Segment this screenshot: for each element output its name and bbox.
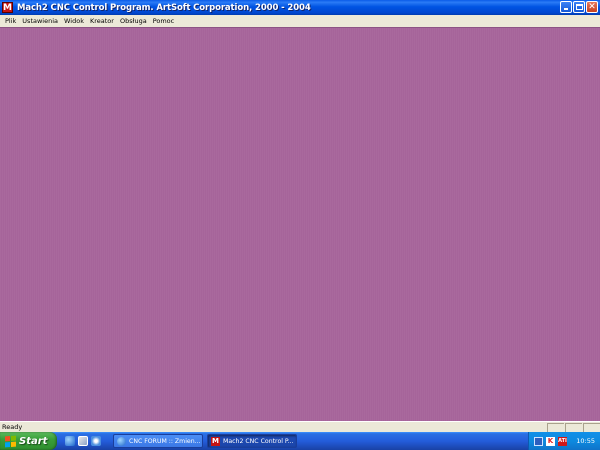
window-title: Mach2 CNC Control Program. ArtSoft Corpo…: [17, 2, 311, 13]
status-bar: Ready: [0, 421, 600, 432]
menu-pomoc[interactable]: Pomoc: [150, 17, 178, 25]
taskbar: Start CNC FORUM :: Zmien... M Mach2 CNC …: [0, 432, 600, 450]
status-pane: [547, 423, 564, 432]
menu-plik[interactable]: Plik: [2, 17, 19, 25]
clock[interactable]: 10:55: [576, 437, 595, 445]
desktop-icon[interactable]: [78, 436, 88, 446]
window-controls: ✕: [560, 1, 598, 13]
minimize-icon: [564, 8, 568, 10]
task-cnc-forum[interactable]: CNC FORUM :: Zmien...: [113, 434, 203, 448]
start-label: Start: [19, 435, 48, 447]
close-button[interactable]: ✕: [586, 1, 598, 13]
system-tray: K ATI 10:55: [528, 432, 600, 450]
status-pane: [565, 423, 582, 432]
status-text: Ready: [2, 423, 23, 431]
browser-icon[interactable]: [65, 436, 75, 446]
menu-bar: Plik Ustawienia Widok Kreator Obsługa Po…: [0, 15, 600, 27]
network-icon[interactable]: [534, 436, 543, 446]
menu-kreator[interactable]: Kreator: [87, 17, 117, 25]
minimize-button[interactable]: [560, 1, 572, 13]
task-mach2[interactable]: M Mach2 CNC Control P...: [207, 434, 297, 448]
status-panes: [546, 423, 600, 432]
menu-widok[interactable]: Widok: [61, 17, 87, 25]
maximize-button[interactable]: [573, 1, 585, 13]
close-icon: ✕: [588, 2, 596, 12]
task-label: CNC FORUM :: Zmien...: [129, 437, 201, 445]
title-bar[interactable]: M Mach2 CNC Control Program. ArtSoft Cor…: [0, 0, 600, 15]
media-icon[interactable]: [91, 436, 101, 446]
mach2-icon: M: [211, 436, 220, 446]
maximize-icon: [576, 4, 583, 10]
client-area[interactable]: [0, 27, 600, 421]
status-pane: [583, 423, 600, 432]
windows-logo-icon: [5, 435, 16, 447]
start-button[interactable]: Start: [0, 432, 57, 450]
menu-ustawienia[interactable]: Ustawienia: [19, 17, 61, 25]
mach2-icon[interactable]: M: [2, 2, 13, 13]
browser-icon: [117, 436, 126, 446]
quick-launch: [65, 436, 109, 446]
menu-obsluga[interactable]: Obsługa: [117, 17, 150, 25]
task-label: Mach2 CNC Control P...: [223, 437, 294, 445]
ati-icon[interactable]: ATI: [558, 436, 567, 446]
antivirus-icon[interactable]: K: [546, 436, 555, 446]
